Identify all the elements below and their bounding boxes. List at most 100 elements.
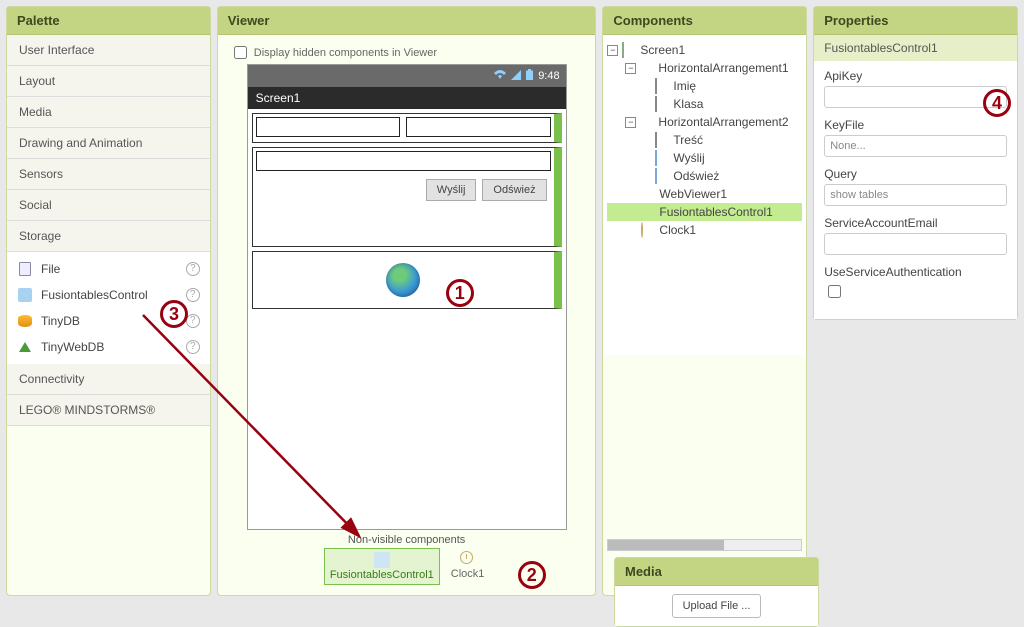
webviewer[interactable] <box>252 251 562 309</box>
palette-category[interactable]: Drawing and Animation <box>7 128 210 159</box>
phone-content: Wyślij Odśwież <box>248 109 566 529</box>
tree-label: WebViewer1 <box>659 187 727 201</box>
palette-item-file[interactable]: File ? <box>7 256 210 282</box>
collapse-icon[interactable]: − <box>625 117 636 128</box>
components-tree: − Screen1 − HorizontalArrangement1 Imię … <box>603 35 806 355</box>
puzzle-icon <box>374 552 390 568</box>
textbox-tresc[interactable] <box>256 151 551 171</box>
components-panel: Components − Screen1 − HorizontalArrange… <box>602 6 807 596</box>
refresh-button[interactable]: Odśwież <box>482 179 546 201</box>
screen-title-label: Screen1 <box>256 91 301 105</box>
file-icon <box>17 261 33 277</box>
tree-label: Treść <box>673 133 703 147</box>
usa-label: UseServiceAuthentication <box>824 265 1007 279</box>
arrow-up-icon <box>17 339 33 355</box>
tree-node-harr1[interactable]: − HorizontalArrangement1 <box>607 59 802 77</box>
textbox-icon <box>655 133 669 147</box>
annotation-4: 4 <box>983 89 1011 117</box>
apikey-label: ApiKey <box>824 69 1007 83</box>
tree-node-tresc[interactable]: Treść <box>607 131 802 149</box>
textbox-icon <box>655 79 669 93</box>
sae-label: ServiceAccountEmail <box>824 216 1007 230</box>
palette-category[interactable]: Layout <box>7 66 210 97</box>
tree-scrollbar[interactable] <box>607 539 802 551</box>
send-button[interactable]: Wyślij <box>426 179 477 201</box>
button-icon <box>655 169 669 183</box>
keyfile-label: KeyFile <box>824 118 1007 132</box>
phone-preview: 9:48 Screen1 Wyślij Odśwież <box>247 64 567 530</box>
database-icon <box>17 313 33 329</box>
tree-label: Klasa <box>673 97 703 111</box>
phone-statusbar: 9:48 <box>248 65 566 87</box>
tree-node-odswiez[interactable]: Odśwież <box>607 167 802 185</box>
palette-category[interactable]: Storage <box>7 221 210 252</box>
tree-node-klasa[interactable]: Klasa <box>607 95 802 113</box>
palette-category[interactable]: Connectivity <box>7 364 210 395</box>
palette-item-tinywebdb[interactable]: TinyWebDB ? <box>7 334 210 360</box>
help-icon[interactable]: ? <box>186 340 200 354</box>
nonvisible-fusiontables[interactable]: FusiontablesControl1 <box>324 548 440 585</box>
help-icon[interactable]: ? <box>186 288 200 302</box>
properties-header: Properties <box>814 7 1017 35</box>
signal-icon <box>511 70 521 83</box>
properties-panel: Properties FusiontablesControl1 ApiKey K… <box>813 6 1018 320</box>
usa-checkbox[interactable] <box>828 285 841 298</box>
horizontal-arrangement-2[interactable]: Wyślij Odśwież <box>252 147 562 247</box>
clock-icon <box>460 551 476 567</box>
wifi-icon <box>494 70 506 83</box>
tree-node-harr2[interactable]: − HorizontalArrangement2 <box>607 113 802 131</box>
viewer-panel: Viewer Display hidden components in View… <box>217 6 597 596</box>
show-hidden-checkbox[interactable] <box>234 46 247 59</box>
collapse-icon[interactable]: − <box>625 63 636 74</box>
button-icon <box>655 151 669 165</box>
tree-node-screen1[interactable]: − Screen1 <box>607 41 802 59</box>
media-header: Media <box>615 558 818 586</box>
tree-label: FusiontablesControl1 <box>659 205 772 219</box>
tree-label: Clock1 <box>659 223 696 237</box>
help-icon[interactable]: ? <box>186 262 200 276</box>
nonvisible-label: FusiontablesControl1 <box>330 569 434 581</box>
annotation-3: 3 <box>160 300 188 328</box>
nonvisible-clock[interactable]: Clock1 <box>446 548 490 585</box>
annotation-2: 2 <box>518 561 546 589</box>
show-hidden-label: Display hidden components in Viewer <box>254 47 437 59</box>
tree-node-fusiontables[interactable]: FusiontablesControl1 <box>607 203 802 221</box>
nonvisible-header: Non-visible components <box>230 534 584 546</box>
tree-label: Wyślij <box>673 151 704 165</box>
puzzle-icon <box>17 287 33 303</box>
annotation-1: 1 <box>446 279 474 307</box>
palette-item-label: TinyDB <box>41 314 80 328</box>
textbox-imie[interactable] <box>256 117 401 137</box>
palette-category[interactable]: Social <box>7 190 210 221</box>
keyfile-input[interactable] <box>824 135 1007 157</box>
tree-label: HorizontalArrangement1 <box>658 61 788 75</box>
palette-panel: Palette User Interface Layout Media Draw… <box>6 6 211 596</box>
textbox-klasa[interactable] <box>406 117 551 137</box>
palette-item-label: FusiontablesControl <box>41 288 148 302</box>
globe-icon <box>641 187 655 201</box>
palette-category[interactable]: Sensors <box>7 159 210 190</box>
tree-node-imie[interactable]: Imię <box>607 77 802 95</box>
palette-category[interactable]: LEGO® MINDSTORMS® <box>7 395 210 426</box>
tree-node-clock[interactable]: Clock1 <box>607 221 802 239</box>
query-input[interactable] <box>824 184 1007 206</box>
collapse-icon[interactable]: − <box>607 45 618 56</box>
help-icon[interactable]: ? <box>186 314 200 328</box>
globe-icon <box>386 263 420 297</box>
palette-category[interactable]: User Interface <box>7 35 210 66</box>
viewer-header: Viewer <box>218 7 596 35</box>
sae-input[interactable] <box>824 233 1007 255</box>
query-label: Query <box>824 167 1007 181</box>
phone-titlebar: Screen1 <box>248 87 566 109</box>
statusbar-clock: 9:48 <box>538 70 559 82</box>
properties-component-name: FusiontablesControl1 <box>814 35 1017 61</box>
tree-node-webviewer[interactable]: WebViewer1 <box>607 185 802 203</box>
apikey-input[interactable] <box>824 86 1007 108</box>
palette-category[interactable]: Media <box>7 97 210 128</box>
upload-file-button[interactable]: Upload File ... <box>672 594 762 618</box>
nonvisible-label: Clock1 <box>451 568 485 580</box>
media-panel: Media Upload File ... <box>614 557 819 627</box>
horizontal-arrangement-1[interactable] <box>252 113 562 143</box>
form-icon <box>622 43 636 57</box>
tree-node-wyslij[interactable]: Wyślij <box>607 149 802 167</box>
